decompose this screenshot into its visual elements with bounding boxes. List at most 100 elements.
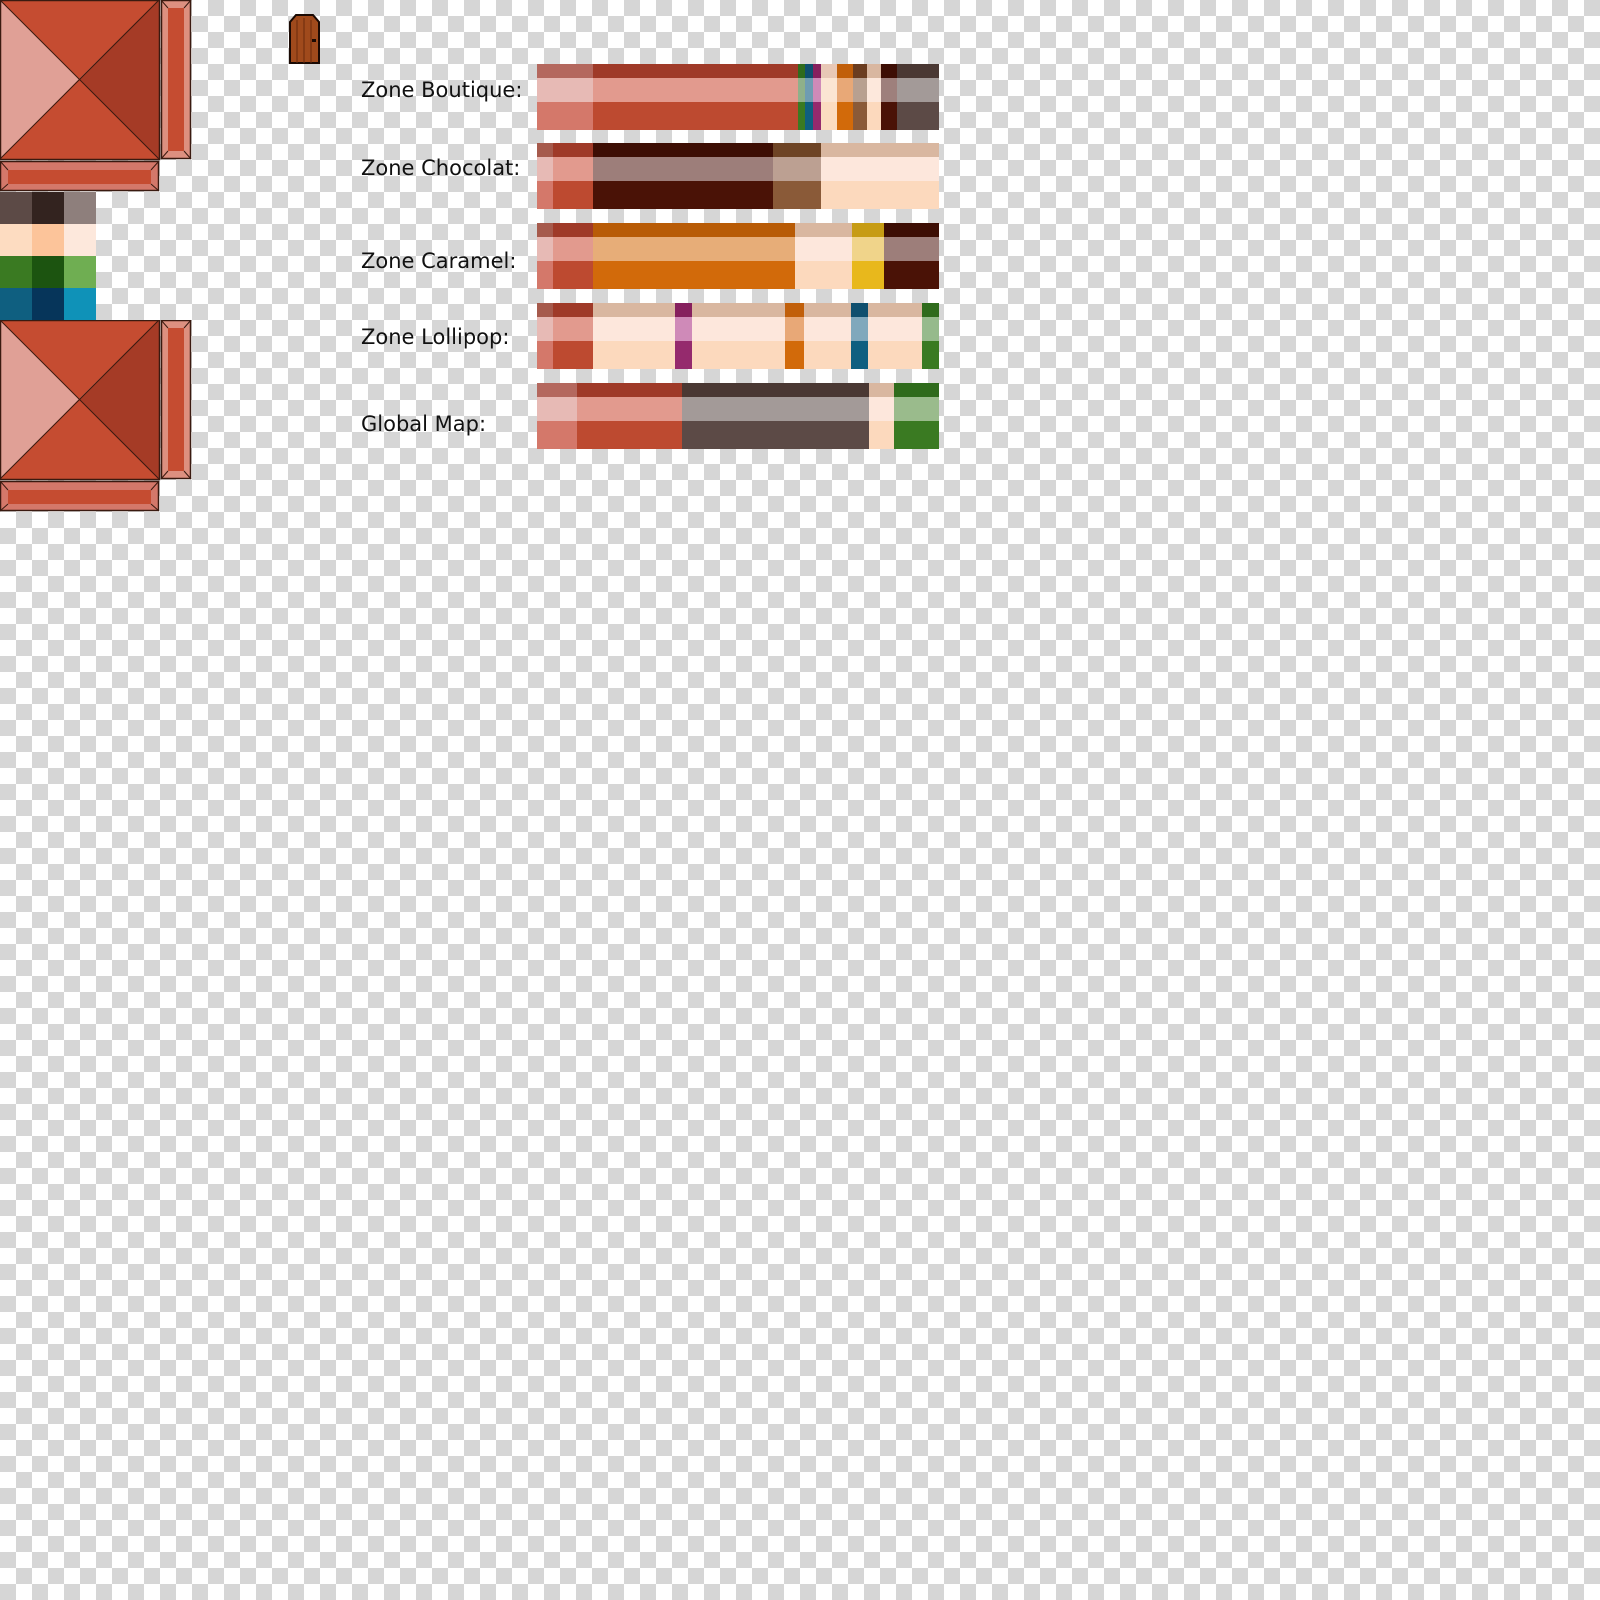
- palette-band: [593, 223, 795, 237]
- palette-segment: [593, 223, 795, 289]
- palette-segment: [821, 143, 939, 209]
- palette-band: [813, 102, 821, 130]
- palette-band: [852, 237, 884, 261]
- palette-band: [577, 383, 682, 397]
- palette-segment: [553, 303, 593, 369]
- palette-band: [553, 181, 593, 209]
- palette-band: [821, 64, 837, 78]
- palette-swatch: [64, 256, 96, 288]
- palette-band: [805, 78, 813, 102]
- palette-segment: [593, 64, 798, 130]
- palette-band: [795, 223, 852, 237]
- palette-band: [682, 421, 869, 449]
- palette-band: [537, 157, 553, 181]
- palette-band: [868, 341, 922, 369]
- palette-band: [553, 261, 593, 289]
- palette-band: [851, 341, 868, 369]
- palette-segment: [553, 143, 593, 209]
- palette-band: [537, 143, 553, 157]
- palette-segment: [867, 64, 881, 130]
- palette-segment: [805, 64, 813, 130]
- palette-band: [593, 143, 773, 157]
- palette-band: [593, 317, 675, 341]
- palette-band: [553, 157, 593, 181]
- tile-group-bottom: [0, 320, 192, 512]
- palette-band: [795, 237, 852, 261]
- palette-band: [675, 303, 692, 317]
- palette-band: [692, 341, 785, 369]
- palette-segment: [795, 223, 852, 289]
- palette-band: [773, 157, 821, 181]
- palette-segment: [881, 64, 897, 130]
- palette-band: [853, 64, 867, 78]
- palette-band: [813, 64, 821, 78]
- palette-band: [852, 261, 884, 289]
- palette-band: [868, 317, 922, 341]
- palette-band: [577, 421, 682, 449]
- palette-band: [593, 102, 798, 130]
- palette-band: [869, 383, 894, 397]
- palette-band: [593, 78, 798, 102]
- palette-band: [881, 78, 897, 102]
- palette-band: [593, 64, 798, 78]
- palette-band: [537, 64, 593, 78]
- palette-band: [922, 341, 939, 369]
- palette-band: [593, 157, 773, 181]
- palette-segment: [868, 303, 922, 369]
- palette-band: [804, 317, 851, 341]
- tile-pyramid-bottom: [0, 320, 192, 512]
- zone-palette-strip-boutique: [537, 64, 939, 130]
- palette-segment: [773, 143, 821, 209]
- palette-band: [798, 102, 805, 130]
- palette-band: [821, 143, 939, 157]
- palette-segment: [537, 223, 553, 289]
- palette-segment: [798, 64, 805, 130]
- palette-band: [577, 397, 682, 421]
- zone-label-caramel: Zone Caramel:: [361, 249, 517, 273]
- palette-band: [897, 102, 939, 130]
- zone-palette-strip-caramel: [537, 223, 939, 289]
- zone-palette-strip-chocolat: [537, 143, 939, 209]
- palette-band: [821, 102, 837, 130]
- palette-band: [553, 303, 593, 317]
- palette-band: [537, 181, 553, 209]
- zone-label-lollipop: Zone Lollipop:: [361, 325, 510, 349]
- palette-band: [853, 102, 867, 130]
- palette-band: [675, 341, 692, 369]
- palette-band: [821, 78, 837, 102]
- palette-band: [853, 78, 867, 102]
- palette-band: [837, 64, 853, 78]
- palette-band: [692, 303, 785, 317]
- palette-swatch: [32, 224, 64, 256]
- palette-band: [537, 78, 593, 102]
- palette-swatch: [0, 288, 32, 320]
- palette-band: [785, 303, 804, 317]
- palette-band: [537, 102, 593, 130]
- palette-band: [884, 237, 939, 261]
- palette-band: [537, 383, 577, 397]
- palette-band: [593, 261, 795, 289]
- palette-segment: [884, 223, 939, 289]
- palette-swatch: [64, 192, 96, 224]
- palette-band: [805, 102, 813, 130]
- palette-band: [897, 64, 939, 78]
- palette-segment: [894, 383, 939, 449]
- palette-band: [821, 181, 939, 209]
- palette-segment: [577, 383, 682, 449]
- palette-segment: [537, 64, 593, 130]
- palette-band: [868, 303, 922, 317]
- palette-segment: [897, 64, 939, 130]
- palette-segment: [869, 383, 894, 449]
- palette-band: [894, 383, 939, 397]
- palette-segment: [537, 143, 553, 209]
- palette-band: [884, 223, 939, 237]
- palette-segment: [785, 303, 804, 369]
- palette-band: [852, 223, 884, 237]
- palette-band: [922, 317, 939, 341]
- palette-band: [785, 341, 804, 369]
- palette-segment: [682, 383, 869, 449]
- zone-label-chocolat: Zone Chocolat:: [361, 156, 521, 180]
- palette-band: [593, 237, 795, 261]
- palette-segment: [851, 303, 868, 369]
- palette-band: [537, 317, 553, 341]
